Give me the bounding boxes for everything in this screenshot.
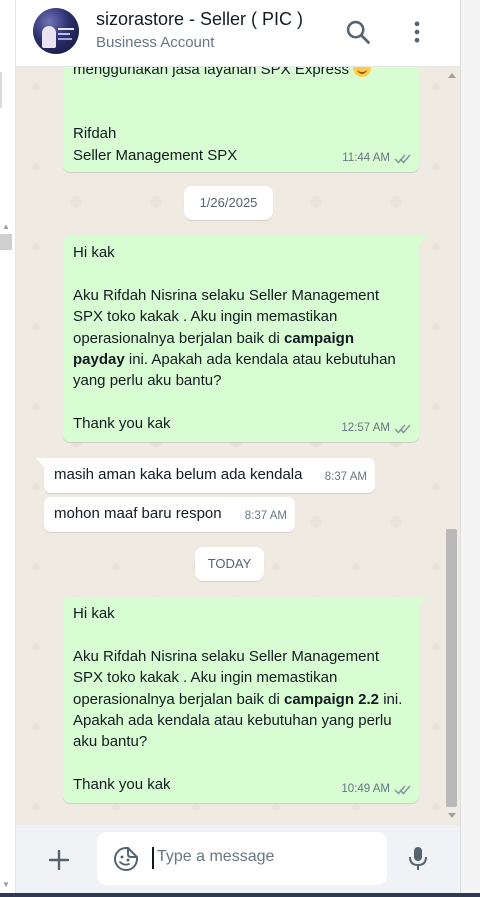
double-check-icon [394,154,411,164]
browser-right-edge [460,0,480,897]
avatar-detail [58,38,72,40]
chat-window: sizorastore - Seller ( PIC ) Business Ac… [16,0,460,897]
message-time: 10:49 AM [341,782,390,795]
sticker-icon[interactable] [113,846,139,872]
scroll-thumb[interactable] [446,529,457,807]
message-text: mohon maaf baru respon [54,505,222,522]
message-outgoing[interactable]: Hi kak Aku Rifdah Nisrina selaku Seller … [63,597,427,803]
date-separator: 1/26/2025 [184,186,273,220]
smiling-face-icon [353,67,372,77]
edge-scroll-thumb[interactable] [0,234,12,250]
message-meta: 12:57 AM [341,418,411,439]
avatar-detail [58,33,70,35]
scroll-up-arrow-icon[interactable] [448,73,456,78]
menu-dots-icon[interactable] [403,18,431,46]
text-caret [152,847,154,869]
contact-subtitle: Business Account [96,34,215,51]
message-incoming[interactable]: masih aman kaka belum ada kendala 8:37 A… [36,458,375,493]
edge-arrow-down-icon: ▼ [2,880,10,889]
message-time: 8:37 AM [324,470,367,483]
message-meta: 8:37 AM [245,506,287,527]
message-incoming[interactable]: mohon maaf baru respon 8:37 AM [44,497,295,532]
bubble-tail [36,458,45,468]
double-check-icon [394,785,411,795]
message-time: 12:57 AM [341,421,390,434]
message-input[interactable]: Type a message [97,832,387,885]
plus-icon[interactable] [47,848,71,872]
message-list[interactable]: menggunakan jasa layanan SPX Express Rif… [16,67,460,825]
message-text-line: menggunakan jasa layanan SPX Express [73,67,350,78]
bubble-tail [418,236,427,246]
bubble-tail [418,597,427,607]
edge-tab [0,72,2,108]
search-icon[interactable] [344,18,372,46]
message-signature: Rifdah Seller Management SPX [73,125,238,164]
microphone-icon[interactable] [406,845,430,871]
avatar-figure [42,26,56,48]
message-text: masih aman kaka belum ada kendala [54,466,303,483]
avatar[interactable] [33,8,79,54]
edge-arrow-icon: ▲ [2,222,10,231]
message-text-bold: campaign 2.2 [283,690,380,708]
browser-left-edge: ▲ ▼ [0,0,16,897]
message-time: 8:37 AM [244,509,287,522]
date-separator: TODAY [195,547,264,581]
chat-header[interactable]: sizorastore - Seller ( PIC ) Business Ac… [16,0,460,67]
double-check-icon [394,424,411,434]
message-outgoing[interactable]: menggunakan jasa layanan SPX Express Rif… [63,67,419,172]
message-meta: 10:49 AM [341,779,411,800]
message-outgoing[interactable]: Hi kak Aku Rifdah Nisrina selaku Seller … [63,236,427,442]
avatar-detail [58,28,74,30]
message-text: Hi kak Aku Rifdah Nisrina selaku Seller … [73,242,409,435]
scroll-down-arrow-icon[interactable] [448,813,456,818]
composer-bar: Type a message [16,825,460,897]
message-meta: 8:37 AM [325,467,367,488]
chat-scrollbar[interactable] [444,67,460,825]
contact-name[interactable]: sizorastore - Seller ( PIC ) [96,9,303,30]
message-text: Hi kak Aku Rifdah Nisrina selaku Seller … [73,603,409,796]
message-time: 11:44 AM [342,151,390,164]
message-meta: 11:44 AM [342,148,411,169]
message-input-placeholder[interactable]: Type a message [157,848,274,866]
taskbar-edge [0,893,480,897]
